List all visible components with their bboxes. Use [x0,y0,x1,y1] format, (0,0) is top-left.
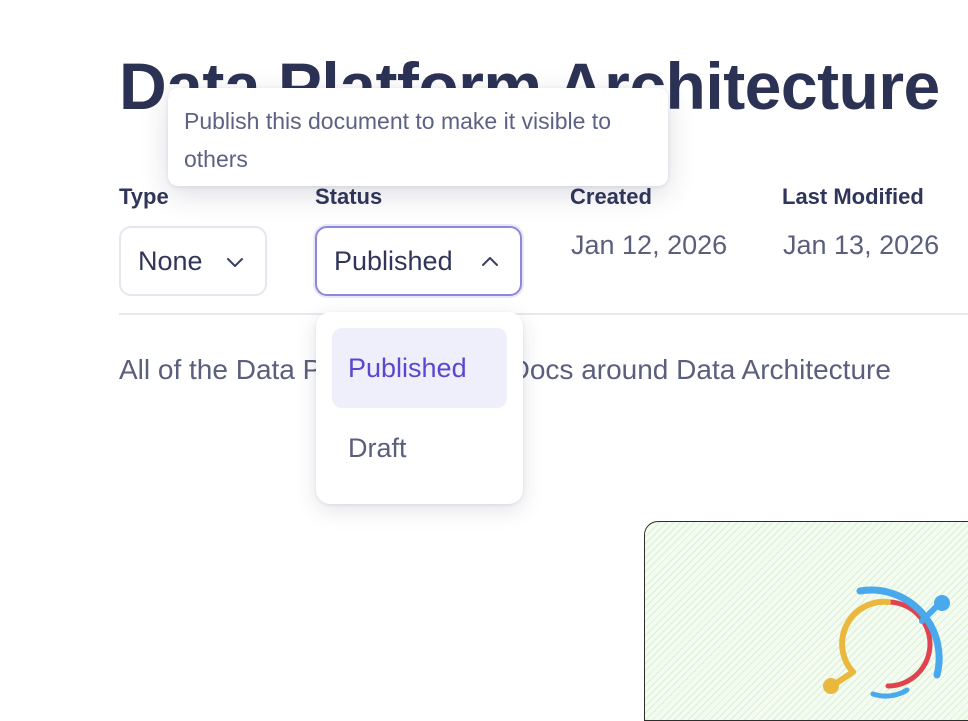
type-select[interactable]: None [119,226,267,296]
chevron-down-icon [227,258,243,267]
cover-illustration [644,521,968,721]
status-option-draft[interactable]: Draft [332,408,507,488]
status-dropdown-menu: Published Draft [316,312,523,504]
chevron-up-icon [482,257,498,266]
divider [119,313,968,315]
type-label: Type [119,184,169,209]
publish-tooltip: Publish this document to make it visible… [168,88,668,186]
status-select-value: Published [334,245,453,276]
created-label: Created [570,184,652,209]
status-select[interactable]: Published [315,226,522,296]
last-modified-label: Last Modified [782,184,924,209]
last-modified-date: Jan 13, 2026 [783,230,940,260]
type-select-value: None [138,245,203,276]
status-option-published[interactable]: Published [332,328,507,408]
status-label: Status [315,184,383,209]
data-platform-logo-icon [823,586,950,699]
created-date: Jan 12, 2026 [571,230,728,260]
